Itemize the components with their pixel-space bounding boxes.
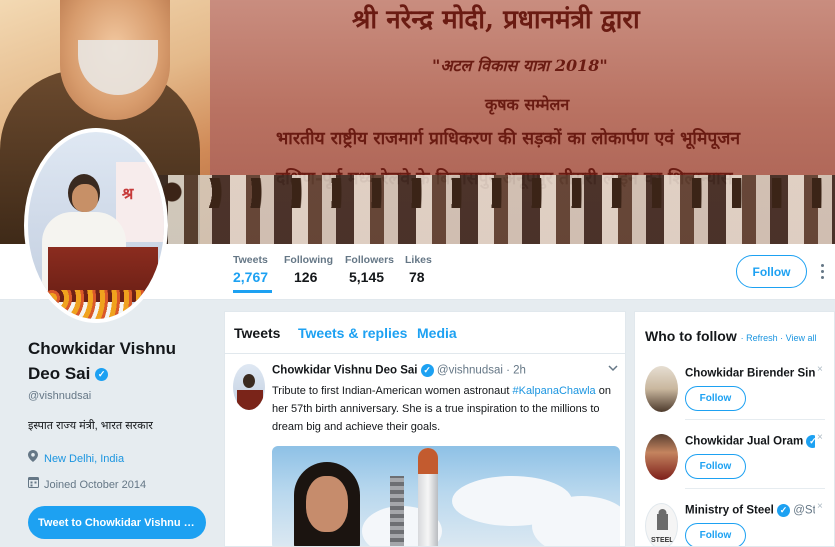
dismiss-icon[interactable]: ×	[817, 432, 823, 443]
tweet[interactable]: Chowkidar Vishnu Deo Sai ✓ @vishnudsai ·…	[225, 354, 625, 546]
stat-tweets[interactable]: Tweets 2,767	[233, 254, 273, 293]
who-to-follow-title: Who to follow · Refresh · View all	[645, 328, 817, 344]
suggestion-avatar[interactable]: STEEL	[645, 503, 678, 546]
follow-button[interactable]: Follow	[685, 454, 746, 479]
suggestion-name[interactable]: Chowkidar Birender Singh✓	[685, 367, 815, 380]
who-to-follow: Who to follow · Refresh · View all Chowk…	[634, 311, 835, 547]
stat-label: Followers	[345, 254, 395, 266]
follow-button[interactable]: Follow	[685, 523, 746, 546]
profile-joined: Joined October 2014	[28, 476, 146, 491]
tweet-avatar[interactable]	[233, 364, 265, 410]
tweet-media-image[interactable]	[272, 446, 620, 546]
hashtag-link[interactable]: #KalpanaChawla	[512, 385, 595, 397]
suggestion-item: STEEL Ministry of Steel ✓ @Ste... × Foll…	[635, 495, 834, 546]
tweet-handle[interactable]: @vishnudsai	[437, 365, 503, 377]
follow-button[interactable]: Follow	[685, 386, 746, 411]
stat-label: Tweets	[233, 254, 268, 266]
tweet-text: Tribute to first Indian-American women a…	[272, 382, 612, 436]
profile-location: New Delhi, India	[28, 450, 124, 465]
suggestion-name[interactable]: Chowkidar Jual Oram ✓ @...	[685, 435, 815, 448]
stat-value: 2,767	[233, 269, 269, 285]
dismiss-icon[interactable]: ×	[817, 364, 823, 375]
verified-badge-icon: ✓	[806, 435, 815, 448]
suggestion-avatar[interactable]	[645, 434, 678, 480]
refresh-link[interactable]: Refresh	[746, 333, 778, 343]
stat-following[interactable]: Following 126	[284, 254, 333, 285]
tweet-to-button[interactable]: Tweet to Chowkidar Vishnu Deo Sai	[28, 506, 206, 539]
profile-handle[interactable]: @vishnudsai	[28, 390, 208, 402]
chevron-down-icon[interactable]	[608, 364, 618, 375]
follow-button[interactable]: Follow	[736, 255, 807, 288]
suggestion-name[interactable]: Ministry of Steel ✓ @Ste...	[685, 504, 815, 517]
tweet-text-part: Tribute to first Indian-American women a…	[272, 385, 513, 397]
divider	[685, 419, 825, 420]
tweet-time[interactable]: · 2h	[506, 365, 526, 377]
svg-text:STEEL: STEEL	[651, 537, 674, 544]
timeline-tabs: Tweets Tweets & replies Media	[225, 312, 625, 354]
stat-likes[interactable]: Likes 78	[405, 254, 432, 285]
location-link[interactable]: New Delhi, India	[44, 453, 124, 465]
stat-value: 78	[409, 269, 425, 285]
tweet-author[interactable]: Chowkidar Vishnu Deo Sai	[272, 365, 418, 377]
profile-bio: इस्पात राज्य मंत्री, भारत सरकार	[28, 420, 153, 432]
banner-text-line1: श्री नरेन्द्र मोदी, प्रधानमंत्री द्वारा	[352, 5, 640, 35]
suggestion-item: Chowkidar Jual Oram ✓ @... × Follow	[635, 426, 834, 494]
joined-text: Joined October 2014	[44, 479, 147, 491]
more-vertical-icon[interactable]	[817, 264, 827, 282]
suggestion-avatar[interactable]	[645, 366, 678, 412]
suggestion-item: Chowkidar Birender Singh✓ × Follow	[635, 358, 834, 426]
verified-badge-icon: ✓	[420, 364, 434, 377]
stat-value: 5,145	[349, 269, 385, 285]
banner-text-line3: कृषक सम्मेलन	[485, 95, 570, 114]
tweet-header: Chowkidar Vishnu Deo Sai ✓ @vishnudsai ·…	[272, 364, 526, 377]
tab-media[interactable]: Media	[417, 325, 457, 341]
verified-badge-icon: ✓	[95, 368, 109, 382]
stat-followers[interactable]: Followers 5,145	[345, 254, 394, 285]
dismiss-icon[interactable]: ×	[817, 501, 823, 512]
stat-value: 126	[294, 269, 318, 285]
profile-name[interactable]: Chowkidar Vishnu Deo Sai ✓	[28, 336, 208, 386]
timeline: Tweets Tweets & replies Media Chowkidar …	[224, 311, 626, 547]
divider	[685, 488, 825, 489]
avatar[interactable]: श्र	[24, 128, 168, 323]
tab-tweets-replies[interactable]: Tweets & replies	[298, 325, 407, 341]
stat-label: Following	[284, 254, 333, 266]
banner-text-line2: "अटल विकास यात्रा 2018"	[432, 56, 608, 75]
who-title-text: Who to follow	[645, 328, 737, 344]
profile-card: Chowkidar Vishnu Deo Sai ✓ @vishnudsai इ…	[28, 336, 208, 433]
stat-label: Likes	[405, 254, 432, 266]
tab-tweets[interactable]: Tweets	[234, 325, 280, 341]
verified-badge-icon: ✓	[777, 504, 791, 517]
calendar-icon	[28, 476, 40, 491]
location-pin-icon	[28, 450, 40, 465]
view-all-link[interactable]: View all	[786, 333, 817, 343]
banner-text-line4: भारतीय राष्ट्रीय राजमार्ग प्राधिकरण की स…	[276, 129, 741, 149]
